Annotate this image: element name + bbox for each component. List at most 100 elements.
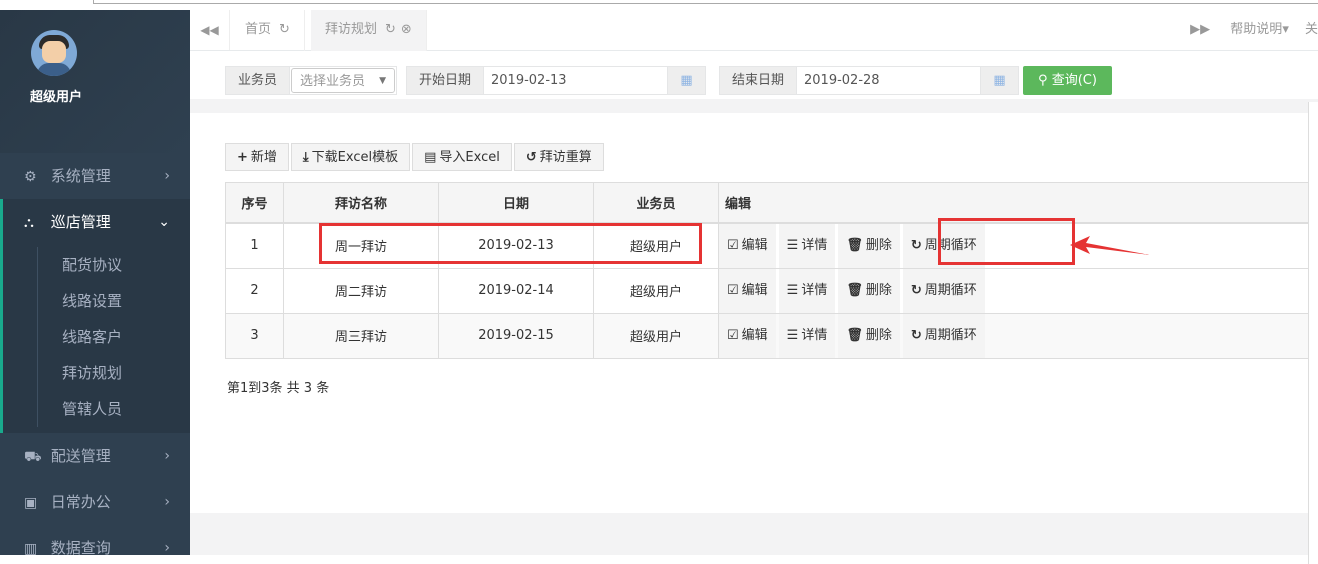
list-icon: ☰ [786,237,799,253]
submenu-label: 线路客户 [62,328,123,346]
end-date-filter: 结束日期 2019-02-28 ▦ [719,66,1020,95]
submenu-label: 配货协议 [62,256,123,274]
end-date-label: 结束日期 [720,67,798,94]
briefcase-icon: ▣ [24,495,38,511]
toolbar: + 新增 ⤓ 下载Excel模板 ▤ 导入Excel ↺ 拜访重算 [225,143,606,171]
column-header[interactable]: 日期 [438,182,594,224]
import-excel-button[interactable]: ▤ 导入Excel [412,143,512,171]
cycle-button[interactable]: ↻ 周期循环 [902,313,985,358]
tab-visit-planning[interactable]: 拜访规划 ↻ ⊗ [311,10,427,51]
column-header[interactable]: 业务员 [593,182,719,224]
sitemap-icon: ⛬ [24,215,34,231]
menu-item-daily-office[interactable]: ▣ 日常办公 › [0,479,190,525]
cell-date: 2019-02-13 [438,222,594,269]
cell-actions: ☑ 编辑 ☰ 详情 🗑 删除 ↻ 周期循环 [718,267,1318,314]
table-row[interactable]: 2 周二拜访 2019-02-14 超级用户 ☑ 编辑 ☰ 详情 🗑 删除 ↻ 周期循环 [225,267,1318,314]
trash-icon: 🗑 [846,237,863,253]
add-button[interactable]: + 新增 [225,143,289,171]
calendar-icon[interactable]: ▦ [980,67,1019,94]
refresh-icon: ↻ [910,327,922,343]
cell-date: 2019-02-15 [438,312,594,359]
cell-date: 2019-02-14 [438,267,594,314]
cell-name: 周三拜访 [283,312,439,359]
chevron-right-icon: › [164,494,170,510]
submenu-item-managed-staff[interactable]: 管辖人员 [3,391,190,427]
cell-actions: ☑ 编辑 ☰ 详情 🗑 删除 ↻ 周期循环 [718,222,1318,269]
submenu-item-visit-planning[interactable]: 拜访规划 [3,355,190,391]
cell-no: 1 [225,222,284,269]
detail-button[interactable]: ☰ 详情 [778,268,836,313]
refresh-icon[interactable]: ↻ [385,22,396,37]
salesman-select[interactable]: 选择业务员 ▼ [291,68,396,93]
close-icon[interactable]: ⊗ [401,22,412,37]
submenu-label: 管辖人员 [62,400,123,418]
cycle-button[interactable]: ↻ 周期循环 [902,268,985,313]
refresh-icon: ↻ [910,237,922,253]
detail-button[interactable]: ☰ 详情 [778,313,836,358]
gears-icon: ⚙ [24,169,37,185]
add-label: 新增 [250,150,277,165]
submenu-item-route-customers[interactable]: 线路客户 [3,319,190,355]
menu-item-system[interactable]: ⚙ 系统管理 › [0,153,190,199]
search-icon: ⚲ [1038,73,1048,88]
edit-button[interactable]: ☑ 编辑 [719,268,776,313]
delete-button[interactable]: 🗑 删除 [838,223,900,268]
edit-button[interactable]: ☑ 编辑 [719,223,776,268]
recalculate-label: 拜访重算 [539,150,592,165]
menu-item-data-query[interactable]: ▥ 数据查询 › [0,525,190,555]
salesman-label: 业务员 [226,67,291,94]
query-label: 查询(C) [1051,73,1097,88]
tab-scroll-left-button[interactable]: ◀◀ [190,10,230,50]
delete-button[interactable]: 🗑 删除 [838,313,900,358]
edit-icon: ☑ [727,282,739,298]
avatar[interactable] [31,30,77,76]
edit-button[interactable]: ☑ 编辑 [719,313,776,358]
column-header[interactable]: 拜访名称 [283,182,439,224]
submenu-label: 线路设置 [62,292,123,310]
file-excel-icon: ▤ [424,150,437,165]
submenu: 配货协议 线路设置 线路客户 拜访规划 管辖人员 [0,245,190,433]
query-button[interactable]: ⚲ 查询(C) [1023,66,1112,95]
edit-label: 编辑 [741,282,768,298]
end-date-input[interactable]: 2019-02-28 [797,67,981,94]
table-row[interactable]: 3 周三拜访 2019-02-15 超级用户 ☑ 编辑 ☰ 详情 🗑 删除 ↻ 周期循环 [225,312,1318,359]
tab-label: 拜访规划 [325,22,378,37]
submenu-item-route-settings[interactable]: 线路设置 [3,283,190,319]
chevron-down-icon: ⌄ [158,214,170,230]
main-content: 业务员 选择业务员 ▼ 开始日期 2019-02-13 ▦ 结束日期 2019-… [190,51,1318,564]
delete-button[interactable]: 🗑 删除 [838,268,900,313]
chevron-right-icon: › [164,168,170,184]
download-template-button[interactable]: ⤓ 下载Excel模板 [290,143,411,171]
forward-icon[interactable]: ▶▶ [1190,22,1210,37]
plus-icon: + [237,150,248,165]
cell-no: 2 [225,267,284,314]
submenu-item-distribution-agreement[interactable]: 配货协议 [3,247,190,283]
user-name[interactable]: 超级用户 [30,86,82,105]
vertical-scrollbar[interactable] [1308,102,1318,564]
delete-label: 删除 [865,327,892,343]
refresh-icon[interactable]: ↻ [279,22,290,37]
cycle-label: 周期循环 [924,327,977,343]
tab-home[interactable]: 首页 ↻ [231,10,305,51]
menu-item-delivery[interactable]: ⛟ 配送管理 › [0,433,190,479]
cycle-button[interactable]: ↻ 周期循环 [902,223,985,268]
menu-label: 系统管理 [50,167,111,185]
download-icon: ⤓ [302,150,309,165]
edit-label: 编辑 [741,237,768,253]
menu-item-store-patrol[interactable]: ⛬ 巡店管理 ⌄ [0,199,190,245]
trash-icon: 🗑 [846,327,863,343]
column-header[interactable]: 序号 [225,182,284,224]
edit-icon: ☑ [727,327,739,343]
help-menu[interactable]: ▶▶ 帮助说明▾ 关 [1190,10,1318,50]
calendar-icon[interactable]: ▦ [667,67,706,94]
close-tabs-label[interactable]: 关 [1305,22,1318,37]
salesman-placeholder: 选择业务员 [300,74,366,89]
history-icon: ↺ [525,150,537,165]
cycle-label: 周期循环 [924,282,977,298]
cell-name: 周二拜访 [283,267,439,314]
browser-top-edge [0,0,1318,10]
start-date-input[interactable]: 2019-02-13 [484,67,668,94]
recalculate-button[interactable]: ↺ 拜访重算 [513,143,604,171]
detail-button[interactable]: ☰ 详情 [778,223,836,268]
red-arrow-annotation [1070,236,1150,255]
